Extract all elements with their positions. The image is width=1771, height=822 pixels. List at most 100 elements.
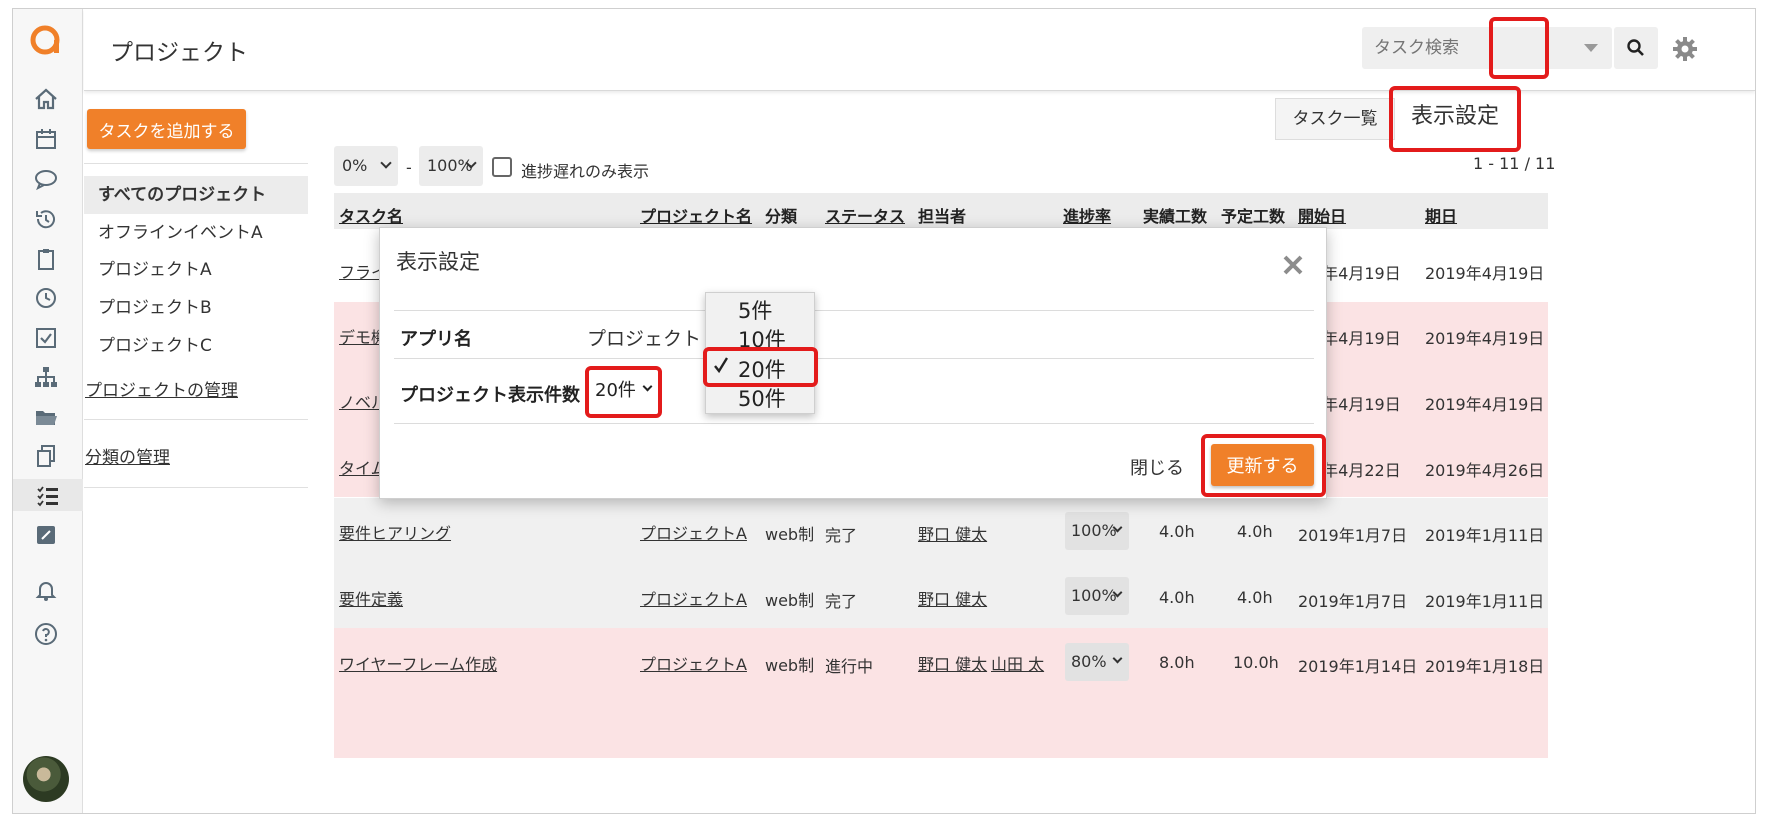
col-task-name[interactable]: タスク名 bbox=[339, 203, 403, 227]
start-date: 2019年1月14日 bbox=[1298, 657, 1418, 676]
due-date: 2019年1月11日 bbox=[1425, 592, 1545, 611]
progress-select[interactable]: 80% bbox=[1065, 643, 1129, 681]
add-task-button[interactable]: タスクを追加する bbox=[87, 109, 246, 149]
progress-max-select[interactable]: 100% bbox=[419, 146, 483, 186]
table-row[interactable] bbox=[334, 693, 1548, 758]
planned-hours: 4.0h bbox=[1237, 588, 1273, 607]
gear-icon bbox=[1673, 37, 1697, 61]
settings-button[interactable] bbox=[1663, 27, 1707, 71]
col-project-name[interactable]: プロジェクト名 bbox=[640, 203, 752, 227]
task-name-link[interactable]: 要件ヒアリング bbox=[339, 520, 451, 544]
assignee-link[interactable]: 山田 太 bbox=[991, 651, 1044, 675]
tab-task-list[interactable]: タスク一覧 bbox=[1275, 98, 1395, 140]
due-date: 2019年4月26日 bbox=[1425, 461, 1545, 480]
app-name-label: アプリ名 bbox=[400, 329, 472, 350]
selected-option-highlight-box bbox=[703, 347, 818, 387]
app-logo-icon[interactable] bbox=[29, 23, 63, 57]
task-name-link[interactable]: ワイヤーフレーム作成 bbox=[339, 651, 497, 675]
status: 完了 bbox=[825, 526, 858, 545]
task-search-box[interactable] bbox=[1362, 27, 1612, 69]
sidebar-item-project-b[interactable]: プロジェクトB bbox=[84, 289, 308, 327]
calendar-icon[interactable] bbox=[30, 123, 62, 155]
chevron-down-icon bbox=[1112, 653, 1123, 664]
planned-hours: 10.0h bbox=[1233, 653, 1279, 672]
settings-highlight-box bbox=[1489, 17, 1549, 79]
col-progress[interactable]: 進捗率 bbox=[1063, 203, 1111, 227]
sidebar-divider bbox=[84, 487, 308, 488]
actual-hours: 4.0h bbox=[1159, 588, 1195, 607]
due-date: 2019年4月19日 bbox=[1425, 395, 1545, 414]
dialog-title: 表示設定 bbox=[396, 250, 480, 274]
result-count: 1 - 11 / 11 bbox=[1473, 154, 1556, 173]
task-name-link[interactable]: 要件定義 bbox=[339, 586, 403, 610]
project-count-label: プロジェクト表示件数 bbox=[400, 385, 580, 406]
sidebar-item-project-c[interactable]: プロジェクトC bbox=[84, 327, 308, 365]
org-chart-icon[interactable] bbox=[30, 361, 62, 393]
home-icon[interactable] bbox=[30, 83, 62, 115]
option-5[interactable]: 5件 bbox=[738, 295, 772, 325]
manage-categories-link[interactable]: 分類の管理 bbox=[85, 443, 170, 468]
dialog-divider bbox=[394, 358, 1314, 359]
sidebar-item-project-a[interactable]: プロジェクトA bbox=[84, 251, 308, 289]
progress-select[interactable]: 100% bbox=[1065, 512, 1129, 550]
edit-note-icon[interactable] bbox=[30, 519, 62, 551]
help-icon[interactable] bbox=[30, 618, 62, 650]
progress-min-value: 0% bbox=[342, 156, 368, 175]
col-due-date[interactable]: 期日 bbox=[1425, 203, 1457, 227]
project-name-link[interactable]: プロジェクトA bbox=[640, 520, 747, 544]
sidebar-divider bbox=[84, 163, 308, 164]
assignee-link[interactable]: 野口 健太 bbox=[918, 586, 987, 610]
count-select-highlight-box bbox=[585, 366, 662, 418]
search-button[interactable] bbox=[1614, 27, 1658, 69]
start-date: 2019年1月7日 bbox=[1298, 592, 1408, 611]
col-start-date[interactable]: 開始日 bbox=[1298, 203, 1346, 227]
delayed-only-checkbox[interactable] bbox=[492, 157, 512, 177]
history-icon[interactable] bbox=[30, 203, 62, 235]
progress-select[interactable]: 100% bbox=[1065, 577, 1129, 615]
user-avatar[interactable] bbox=[23, 756, 69, 802]
start-date: 2019年1月7日 bbox=[1298, 526, 1408, 545]
progress-range-separator: - bbox=[406, 158, 412, 177]
app-window: プロジェクト タスクを追加する すべてのプロジェクト オフラインイベ bbox=[12, 8, 1756, 814]
due-date: 2019年1月11日 bbox=[1425, 526, 1545, 545]
folder-icon[interactable] bbox=[30, 401, 62, 433]
manage-projects-link[interactable]: プロジェクトの管理 bbox=[85, 376, 238, 401]
search-dropdown-caret-icon[interactable] bbox=[1584, 44, 1598, 52]
progress-min-select[interactable]: 0% bbox=[334, 146, 398, 186]
due-date: 2019年4月19日 bbox=[1425, 329, 1545, 348]
progress-value: 80% bbox=[1071, 652, 1107, 671]
col-status[interactable]: ステータス bbox=[825, 203, 905, 227]
close-icon[interactable] bbox=[1282, 254, 1304, 276]
sidebar-item-offline-event-a[interactable]: オフラインイベントA bbox=[84, 214, 308, 252]
chat-icon[interactable] bbox=[30, 163, 62, 195]
project-name-link[interactable]: プロジェクトA bbox=[640, 651, 747, 675]
due-date: 2019年4月19日 bbox=[1425, 264, 1545, 283]
page-title: プロジェクト bbox=[110, 40, 248, 66]
copy-icon[interactable] bbox=[30, 440, 62, 472]
chevron-down-icon bbox=[380, 157, 392, 169]
option-50[interactable]: 50件 bbox=[738, 383, 786, 413]
progress-max-value: 100% bbox=[427, 156, 473, 175]
status: 進行中 bbox=[825, 657, 874, 676]
close-dialog-link[interactable]: 閉じる bbox=[1130, 454, 1184, 480]
left-rail bbox=[13, 9, 83, 813]
actual-hours: 4.0h bbox=[1159, 522, 1195, 541]
status: 完了 bbox=[825, 592, 858, 611]
project-name-link[interactable]: プロジェクトA bbox=[640, 586, 747, 610]
category: web制 bbox=[765, 656, 815, 675]
checkbox-list-icon[interactable] bbox=[30, 322, 62, 354]
assignee-link[interactable]: 野口 健太 bbox=[918, 651, 987, 675]
display-settings-dialog: 表示設定 アプリ名 プロジェクト プロジェクト表示件数 20件 閉じる 更新する bbox=[379, 227, 1327, 499]
clock-icon[interactable] bbox=[30, 282, 62, 314]
progress-value: 100% bbox=[1071, 521, 1117, 540]
sidebar-item-all-projects[interactable]: すべてのプロジェクト bbox=[84, 176, 308, 214]
category: web制 bbox=[765, 591, 815, 610]
bell-icon[interactable] bbox=[30, 574, 62, 606]
col-actual-hours: 実績工数 bbox=[1143, 207, 1208, 226]
task-list-icon[interactable] bbox=[13, 479, 83, 511]
clipboard-icon[interactable] bbox=[30, 243, 62, 275]
assignee-link[interactable]: 野口 健太 bbox=[918, 521, 987, 545]
update-button-highlight-box bbox=[1201, 434, 1326, 497]
due-date: 2019年1月18日 bbox=[1425, 657, 1545, 676]
display-settings-highlight-box bbox=[1389, 86, 1521, 152]
